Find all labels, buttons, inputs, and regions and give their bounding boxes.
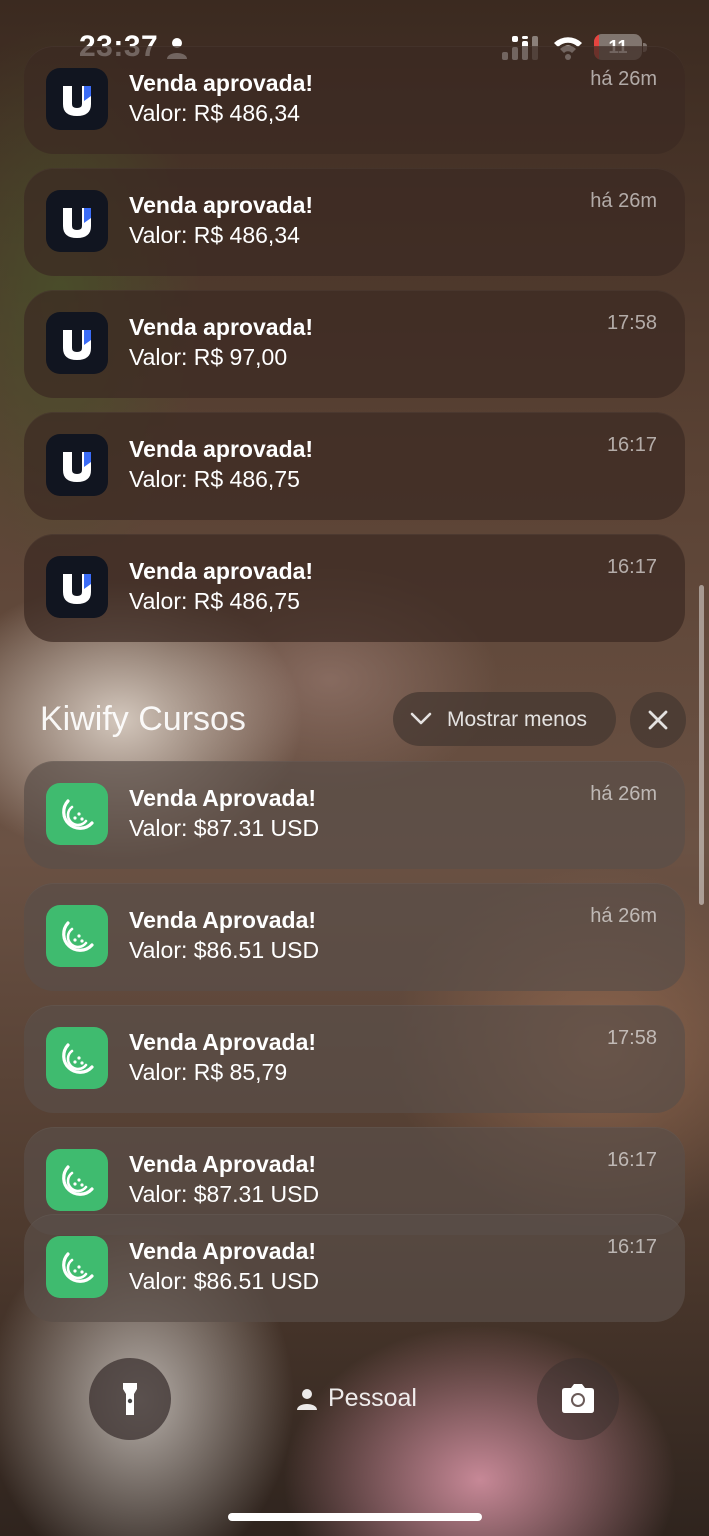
notification-card[interactable]: Venda Aprovada! Valor: $87.31 USD há 26m xyxy=(24,761,685,869)
app-icon xyxy=(46,556,108,618)
kiwify-icon xyxy=(62,1165,94,1196)
clear-group-button[interactable] xyxy=(630,692,686,748)
notification-card[interactable]: Venda Aprovada! Valor: R$ 85,79 17:58 xyxy=(24,1005,685,1113)
notification-card[interactable]: Venda Aprovada! Valor: $86.51 USD 16:17 xyxy=(24,1214,685,1322)
u-app-icon xyxy=(63,208,91,238)
notification-body: Valor: $86.51 USD xyxy=(129,1268,320,1294)
scrollbar[interactable] xyxy=(699,585,704,905)
notification-title: Venda Aprovada! xyxy=(129,1029,317,1055)
kiwify-icon xyxy=(62,921,94,952)
home-indicator[interactable] xyxy=(228,1513,482,1521)
app-icon xyxy=(46,190,108,252)
app-icon xyxy=(46,434,108,496)
notification-title: Venda Aprovada! xyxy=(129,1151,317,1177)
app-icon xyxy=(46,68,108,130)
close-icon xyxy=(648,710,668,730)
notification-title: Venda Aprovada! xyxy=(129,907,317,933)
notification-card[interactable]: Venda Aprovada! Valor: $86.51 USD há 26m xyxy=(24,883,685,991)
kiwify-icon xyxy=(62,1043,94,1074)
notification-title: Venda aprovada! xyxy=(129,436,314,462)
notification-time: 17:58 xyxy=(606,312,657,334)
app-icon xyxy=(46,783,108,845)
notification-card[interactable]: Venda aprovada! Valor: R$ 486,75 16:17 xyxy=(24,534,685,642)
notification-time: 16:17 xyxy=(606,434,657,456)
notification-body: Valor: $87.31 USD xyxy=(129,1181,320,1207)
notification-card[interactable]: Venda aprovada! Valor: R$ 486,34 há 26m xyxy=(24,46,685,154)
notification-card[interactable]: Venda aprovada! Valor: R$ 486,34 há 26m xyxy=(24,168,685,276)
u-app-icon xyxy=(63,452,91,482)
kiwify-icon xyxy=(62,799,94,830)
app-icon xyxy=(46,1149,108,1211)
app-icon xyxy=(46,1236,108,1298)
notification-body: Valor: R$ 97,00 xyxy=(129,344,288,370)
notification-body: Valor: R$ 85,79 xyxy=(129,1059,288,1085)
app-icon xyxy=(46,1027,108,1089)
show-less-label: Mostrar menos xyxy=(447,708,588,731)
notification-time: há 26m xyxy=(590,905,657,927)
person-icon xyxy=(297,1389,317,1410)
flashlight-button[interactable] xyxy=(89,1358,171,1440)
notification-body: Valor: $86.51 USD xyxy=(129,937,320,963)
notification-time: há 26m xyxy=(590,68,657,90)
group-title: Kiwify Cursos xyxy=(40,700,246,738)
flashlight-icon xyxy=(123,1383,137,1415)
camera-button[interactable] xyxy=(537,1358,619,1440)
notification-title: Venda aprovada! xyxy=(129,192,314,218)
notification-body: Valor: R$ 486,34 xyxy=(129,222,300,248)
notification-time: 16:17 xyxy=(606,556,657,578)
notification-body: Valor: R$ 486,34 xyxy=(129,100,300,126)
app-icon xyxy=(46,905,108,967)
notification-body: Valor: R$ 486,75 xyxy=(129,588,300,614)
notification-title: Venda aprovada! xyxy=(129,558,314,584)
u-app-icon xyxy=(63,330,91,360)
notification-time: 16:17 xyxy=(606,1236,657,1258)
notification-title: Venda aprovada! xyxy=(129,314,314,340)
notification-body: Valor: $87.31 USD xyxy=(129,815,320,841)
notification-title: Venda Aprovada! xyxy=(129,1238,317,1264)
camera-icon xyxy=(562,1384,594,1413)
notification-card[interactable]: Venda aprovada! Valor: R$ 486,75 16:17 xyxy=(24,412,685,520)
notification-group-header: Kiwify Cursos Mostrar menos xyxy=(0,690,709,750)
notification-time: há 26m xyxy=(590,783,657,805)
u-app-icon xyxy=(63,86,91,116)
notification-title: Venda aprovada! xyxy=(129,70,314,96)
kiwify-icon xyxy=(62,1252,94,1283)
notification-title: Venda Aprovada! xyxy=(129,785,317,811)
notification-body: Valor: R$ 486,75 xyxy=(129,466,300,492)
notification-time: há 26m xyxy=(590,190,657,212)
notification-time: 16:17 xyxy=(606,1149,657,1171)
notification-time: 17:58 xyxy=(606,1027,657,1049)
notification-card[interactable]: Venda aprovada! Valor: R$ 97,00 17:58 xyxy=(24,290,685,398)
app-icon xyxy=(46,312,108,374)
chevron-down-icon xyxy=(410,712,432,725)
u-app-icon xyxy=(63,574,91,604)
show-less-button[interactable]: Mostrar menos xyxy=(393,692,616,746)
focus-mode-label: Pessoal xyxy=(328,1384,417,1412)
